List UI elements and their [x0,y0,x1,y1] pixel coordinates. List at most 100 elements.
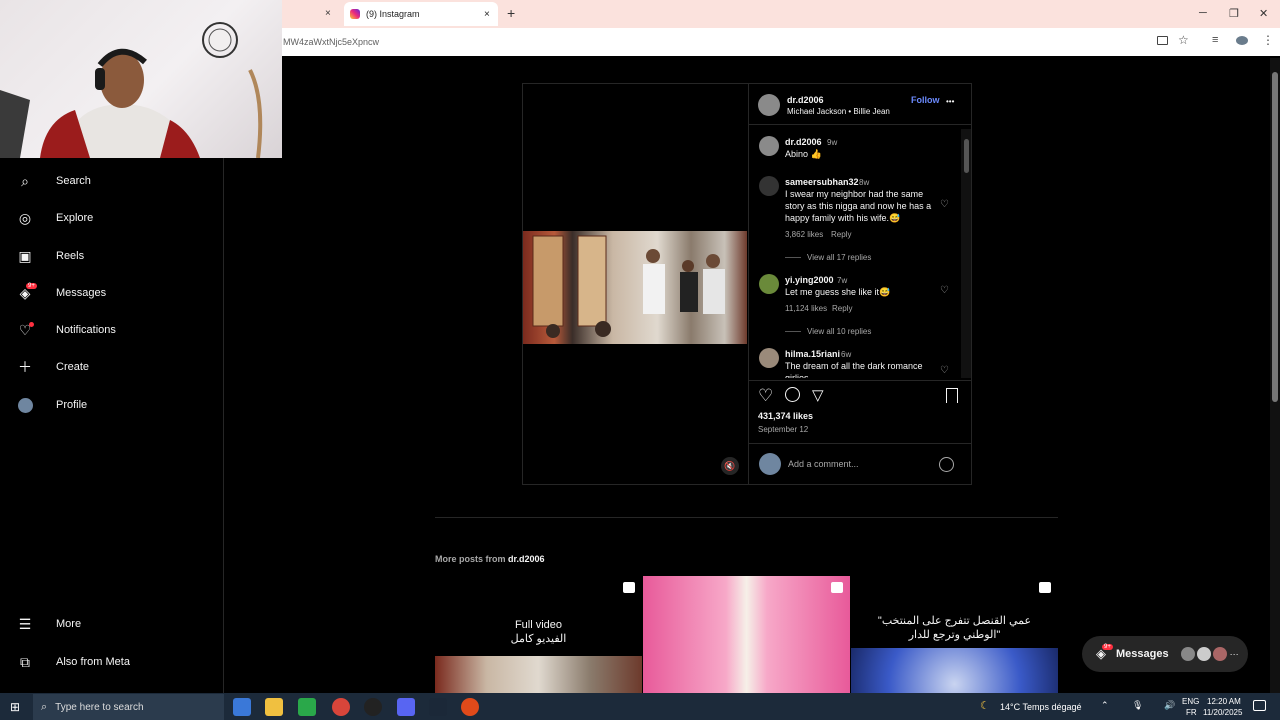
caption-avatar[interactable] [759,136,779,156]
weather-moon-icon: ☾ [980,700,990,712]
thumb-caption-ar: الفيديو كامل [510,633,567,645]
post-music[interactable]: Michael Jackson • Billie Jean [787,107,890,116]
store-icon[interactable] [298,698,316,716]
mute-toggle-icon[interactable]: 🔇 [721,457,739,475]
comment-icon[interactable] [785,387,800,402]
microphone-icon[interactable]: 🎙 [1132,700,1143,711]
comment-time: 8w [859,178,870,187]
comment-likes[interactable]: 3,862 likes [785,230,823,239]
bookmark-star-icon[interactable]: ☆ [1178,33,1189,47]
follow-button[interactable]: Follow [911,95,940,105]
reading-list-icon[interactable]: ≡ [1212,34,1218,46]
divider [748,380,971,381]
post-author[interactable]: dr.d2006 [787,95,824,105]
new-tab-button[interactable]: + [507,5,515,21]
minimize-button[interactable]: ─ [1199,7,1207,19]
sidebar-item-profile[interactable]: Profile [14,397,87,413]
chrome-icon[interactable] [332,698,350,716]
sidebar-item-explore[interactable]: ◎ Explore [14,210,93,226]
comment-avatar[interactable] [759,274,779,294]
author-avatar[interactable] [758,94,780,116]
likes-count[interactable]: 431,374 likes [758,411,813,421]
search-icon: ⌕ [41,700,48,713]
caption-time: 9w [827,138,838,147]
install-app-icon[interactable] [1157,36,1168,45]
comment-like-icon[interactable]: ♡ [940,199,949,210]
sidebar-item-label: Explore [56,212,94,224]
contact-avatar [1180,647,1195,661]
comment-like-icon[interactable]: ♡ [940,365,949,376]
address-bar[interactable] [282,28,1280,56]
app-icon[interactable] [461,698,479,716]
reel-icon [1039,582,1051,593]
volume-icon[interactable]: 🔊 [1164,700,1175,711]
caption-user[interactable]: dr.d2006 [785,137,822,147]
more-post-thumb-1[interactable]: Full video الفيديو كامل [435,576,642,693]
comment-clip: hilma.15riani 6w The dream of all the da… [748,345,963,378]
browser-menu-icon[interactable]: ⋮ [1262,33,1274,47]
plus-icon: ＋ [18,359,32,375]
add-comment-input[interactable]: Add a comment... [788,459,859,469]
sidebar-item-reels[interactable]: ▣ Reels [14,248,84,264]
view-replies-button[interactable]: View all 17 replies [807,253,871,262]
view-replies-button[interactable]: View all 10 replies [807,327,871,336]
tray-chevron-icon[interactable]: ⌃ [1101,700,1109,711]
comment-user[interactable]: yi.ying2000 [785,275,834,285]
restore-button[interactable]: ❐ [1229,7,1239,20]
messages-pill-button[interactable]: ◈ Messages ··· [1082,636,1248,672]
sidebar-item-search[interactable]: ⌕ Search [14,173,91,189]
lang-primary[interactable]: ENG [1182,697,1199,706]
like-icon[interactable]: ♡ [758,386,773,406]
comment-user[interactable]: sameersubhan32 [785,177,859,187]
comments-scrollbar[interactable] [961,129,971,378]
more-posts-user[interactable]: dr.d2006 [508,554,545,564]
contact-avatar [1196,647,1211,661]
webcam-person-image [0,22,263,159]
copilot-icon[interactable] [233,698,251,716]
share-icon[interactable]: ▽ [812,386,824,404]
close-window-button[interactable]: ✕ [1259,7,1268,20]
comment-text: The dream of all the dark romance girlie… [785,361,923,378]
notification-center-icon[interactable] [1253,700,1266,711]
video-frame-image [532,235,725,338]
more-contacts-icon: ··· [1229,649,1239,659]
more-post-thumb-2[interactable] [643,576,850,693]
more-options-icon[interactable]: ••• [946,97,954,106]
more-post-thumb-3[interactable]: "عمي القنصل تتفرج على المنتخب الوطني وتر… [851,576,1058,693]
divider [748,124,971,125]
thumb-image [851,648,1058,693]
discord-icon[interactable] [397,698,415,716]
comment-avatar[interactable] [759,348,779,368]
page-scrollbar[interactable] [1270,58,1280,693]
save-bookmark-icon[interactable] [946,388,958,403]
url-text[interactable]: MW4zaWxtNjc5eXpncw [283,37,379,47]
tab-close-button[interactable]: × [484,9,490,20]
tab-instagram[interactable]: (9) Instagram × [344,2,498,26]
obs-icon[interactable] [364,698,382,716]
tab-close-button[interactable]: × [325,8,331,19]
comment-text: Let me guess she like it😅 [785,287,891,297]
windows-start-icon[interactable]: ⊞ [10,700,20,714]
clock-time[interactable]: 12:20 AM [1207,697,1241,706]
file-explorer-icon[interactable] [265,698,283,716]
profile-avatar-icon[interactable] [1236,36,1248,45]
post-date: September 12 [758,425,809,434]
sidebar-item-create[interactable]: ＋ Create [14,359,89,375]
reels-icon: ▣ [18,247,32,264]
contact-avatar [1212,647,1227,661]
clock-date[interactable]: 11/20/2025 [1203,708,1242,717]
comment-avatar[interactable] [759,176,779,196]
comment-likes[interactable]: 11,124 likes [785,304,827,313]
sidebar-item-more[interactable]: ☰ More [14,616,81,632]
weather-text[interactable]: 14°C Temps dégagé [1000,702,1082,712]
comment-user[interactable]: hilma.15riani [785,349,840,359]
video-frame[interactable] [523,231,747,344]
sidebar-item-meta[interactable]: ⧉ Also from Meta [14,654,130,670]
emoji-icon[interactable] [939,457,954,472]
steam-icon[interactable] [429,698,447,716]
taskbar-search-box[interactable]: ⌕ Type here to search [33,694,224,720]
comment-like-icon[interactable]: ♡ [940,285,949,296]
reply-button[interactable]: Reply [831,230,851,239]
lang-secondary[interactable]: FR [1186,708,1197,717]
reply-button[interactable]: Reply [832,304,852,313]
